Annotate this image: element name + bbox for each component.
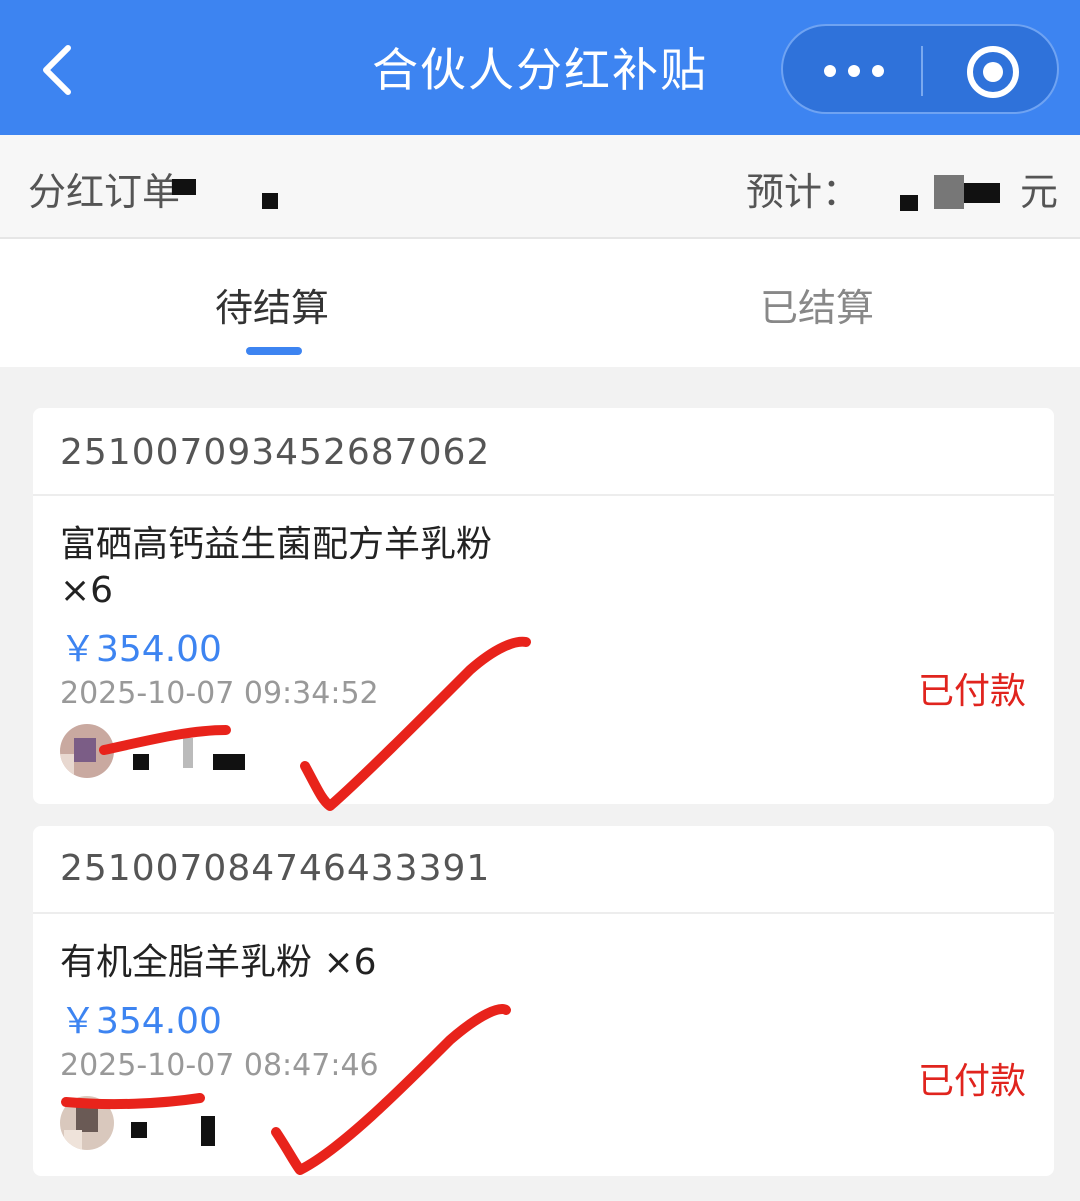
redaction: [900, 195, 918, 211]
tab-pending[interactable]: 待结算: [215, 277, 329, 332]
mini-program-capsule: [781, 24, 1059, 114]
order-number: 251007084746433391: [60, 848, 491, 889]
order-time: 2025-10-07 09:34:52: [60, 676, 379, 711]
estimate-unit: 元: [1019, 170, 1058, 214]
product-name: 有机全脂羊乳粉 ×6: [60, 942, 377, 983]
capsule-divider: [921, 46, 923, 96]
redaction: [201, 1116, 215, 1146]
order-time: 2025-10-07 08:47:46: [60, 1048, 379, 1083]
more-icon[interactable]: [819, 56, 889, 86]
avatar: [60, 724, 114, 778]
redaction: [183, 738, 193, 768]
tab-bar: 待结算 已结算: [0, 239, 1080, 367]
order-card[interactable]: 251007084746433391 有机全脂羊乳粉 ×6 ￥354.00 20…: [33, 826, 1054, 1176]
top-bar: 合伙人分红补贴: [0, 0, 1080, 135]
order-number: 251007093452687062: [60, 432, 491, 473]
dividend-orders-label: 分红订单: [28, 170, 181, 214]
payment-status: 已付款: [917, 671, 1026, 712]
redaction: [964, 183, 1000, 203]
product-name: 富硒高钙益生菌配方羊乳粉: [60, 524, 493, 565]
order-price: ￥354.00: [60, 629, 222, 670]
product-quantity: ×6: [60, 570, 114, 611]
divider: [33, 912, 1054, 914]
avatar: [60, 1096, 114, 1150]
redaction: [172, 179, 196, 195]
estimate-prefix: 预计：: [745, 170, 860, 214]
redaction: [131, 1122, 147, 1138]
order-card[interactable]: 251007093452687062 富硒高钙益生菌配方羊乳粉 ×6 ￥354.…: [33, 408, 1054, 804]
summary-bar: 分红订单 预计： 元: [0, 135, 1080, 239]
redaction: [934, 175, 964, 209]
active-tab-indicator: [246, 347, 302, 355]
payment-status: 已付款: [917, 1061, 1026, 1102]
redaction: [213, 754, 245, 770]
redaction: [262, 193, 278, 209]
tab-settled[interactable]: 已结算: [760, 277, 874, 332]
target-icon[interactable]: [963, 42, 1023, 102]
divider: [33, 494, 1054, 496]
redaction: [133, 754, 149, 770]
order-price: ￥354.00: [60, 1001, 222, 1042]
